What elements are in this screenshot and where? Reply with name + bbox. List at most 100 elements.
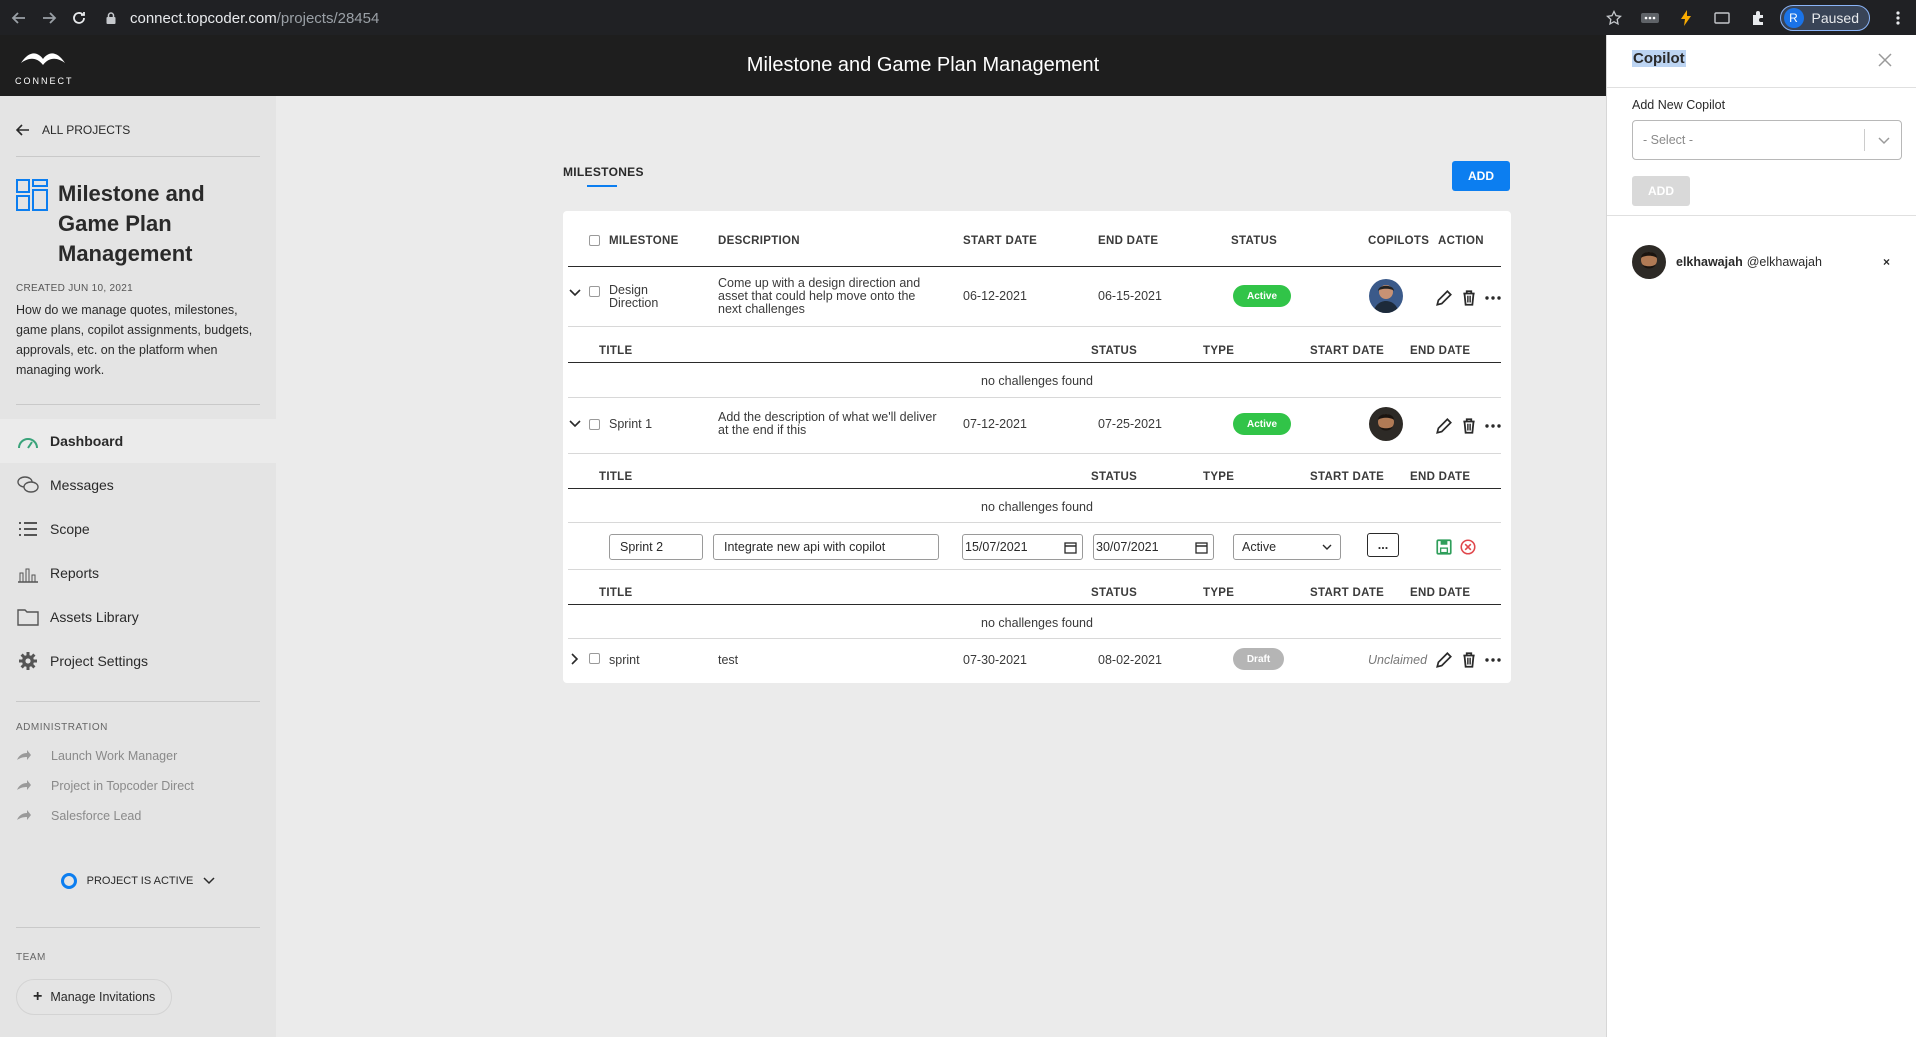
remove-copilot-button[interactable]: × <box>1883 255 1890 269</box>
sub-column-header: START DATE <box>1310 587 1385 599</box>
sidebar-item-label: Project Settings <box>50 653 149 669</box>
project-created-date: CREATED JUN 10, 2021 <box>16 283 133 294</box>
trash-icon[interactable] <box>1460 417 1478 435</box>
sub-column-header: TITLE <box>599 471 633 483</box>
edit-pencil-icon[interactable] <box>1435 289 1453 307</box>
avatar <box>1632 245 1666 279</box>
start-date-value: 15/07/2021 <box>965 540 1028 554</box>
administration-heading: ADMINISTRATION <box>16 722 108 733</box>
more-options-icon[interactable] <box>1484 417 1502 435</box>
all-projects-label: ALL PROJECTS <box>42 123 131 137</box>
more-options-icon[interactable] <box>1484 651 1502 669</box>
profile-status: Paused <box>1811 9 1859 26</box>
status-ring-icon <box>60 873 77 889</box>
cast-icon[interactable] <box>1713 9 1731 27</box>
manage-invitations-label: Manage Invitations <box>50 990 156 1004</box>
row-checkbox[interactable] <box>589 286 600 297</box>
chevron-right-icon[interactable] <box>571 653 579 665</box>
close-icon[interactable] <box>1876 51 1894 69</box>
admin-link-label: Launch Work Manager <box>51 749 178 763</box>
sub-column-header: END DATE <box>1410 345 1471 357</box>
chevron-down-icon <box>203 877 215 885</box>
column-header: START DATE <box>963 235 1038 247</box>
edit-pencil-icon[interactable] <box>1435 651 1453 669</box>
scope-icon <box>16 517 40 541</box>
back-arrow-icon[interactable] <box>8 7 30 29</box>
calendar-icon[interactable] <box>1064 541 1077 554</box>
reload-icon[interactable] <box>68 7 90 29</box>
project-status-dropdown[interactable]: PROJECT IS ACTIVE <box>16 853 260 909</box>
sidebar-item-messages[interactable]: Messages <box>0 463 276 507</box>
column-header: DESCRIPTION <box>718 235 800 247</box>
manage-invitations-button[interactable]: + Manage Invitations <box>16 979 173 1015</box>
copilot-picker-button[interactable]: ... <box>1367 533 1399 557</box>
select-all-checkbox[interactable] <box>589 235 600 246</box>
row-checkbox[interactable] <box>589 653 600 664</box>
start-date-input[interactable]: 15/07/2021 <box>962 534 1083 560</box>
column-header: STATUS <box>1231 235 1278 247</box>
sidebar-item-label: Dashboard <box>50 433 124 449</box>
address-bar[interactable]: connect.topcoder.com/projects/28454 <box>104 5 1664 31</box>
milestone-description-input[interactable]: Integrate new api with copilot <box>713 534 939 560</box>
status-select[interactable]: Active <box>1233 534 1341 560</box>
milestone-start-date: 06-12-2021 <box>963 289 1027 303</box>
end-date-input[interactable]: 30/07/2021 <box>1093 534 1214 560</box>
trash-icon[interactable] <box>1460 289 1478 307</box>
copilot-unclaimed: Unclaimed <box>1368 653 1428 667</box>
sidebar-item-project-settings[interactable]: Project Settings <box>0 639 276 683</box>
extension-dots-icon[interactable] <box>1640 9 1659 27</box>
avatar[interactable] <box>1369 279 1403 313</box>
back-arrow-icon <box>16 124 29 136</box>
sidebar-item-reports[interactable]: Reports <box>0 551 276 595</box>
sidebar-item-assets-library[interactable]: Assets Library <box>0 595 276 639</box>
admin-link-topcoder-direct[interactable]: Project in Topcoder Direct <box>16 771 260 801</box>
status-select-value: Active <box>1242 540 1277 554</box>
copilot-select[interactable]: - Select - <box>1632 120 1902 160</box>
profile-avatar: R <box>1783 7 1804 28</box>
milestone-name-input[interactable]: Sprint 2 <box>609 534 703 560</box>
add-copilot-button[interactable]: ADD <box>1632 176 1690 206</box>
calendar-icon[interactable] <box>1195 541 1208 554</box>
milestone-description: Add the description of what we'll delive… <box>718 410 937 437</box>
column-header: ACTION <box>1438 235 1484 247</box>
sub-column-header: TYPE <box>1203 587 1235 599</box>
sub-column-header: STATUS <box>1091 345 1138 357</box>
empty-challenges-text: no challenges found <box>981 374 1093 388</box>
sub-column-header: END DATE <box>1410 587 1471 599</box>
add-milestone-button[interactable]: ADD <box>1452 161 1510 191</box>
copilot-panel-title: Copilot <box>1632 50 1686 67</box>
chevron-down-icon[interactable] <box>569 289 581 297</box>
milestone-name: sprint <box>609 653 640 667</box>
share-arrow-icon <box>16 749 34 764</box>
trash-icon[interactable] <box>1460 651 1478 669</box>
save-icon[interactable] <box>1435 538 1453 556</box>
kebab-menu-icon[interactable] <box>1889 9 1907 27</box>
row-checkbox[interactable] <box>589 419 600 430</box>
all-projects-link[interactable]: ALL PROJECTS <box>16 96 260 156</box>
profile-button[interactable]: R Paused <box>1779 4 1870 31</box>
sub-column-header: STATUS <box>1091 587 1138 599</box>
puzzle-icon[interactable] <box>1749 9 1767 27</box>
edit-pencil-icon[interactable] <box>1435 417 1453 435</box>
milestone-start-date: 07-30-2021 <box>963 653 1027 667</box>
chevron-down-icon <box>1322 544 1332 550</box>
chevron-down-icon[interactable] <box>569 420 581 428</box>
avatar[interactable] <box>1369 407 1403 441</box>
add-copilot-label: Add New Copilot <box>1632 98 1726 112</box>
milestones-tab[interactable]: MILESTONES <box>563 165 644 179</box>
project-grid-icon <box>16 179 48 211</box>
more-options-icon[interactable] <box>1484 289 1502 307</box>
cancel-icon[interactable] <box>1459 538 1477 556</box>
forward-arrow-icon[interactable] <box>38 7 60 29</box>
admin-link-salesforce-lead[interactable]: Salesforce Lead <box>16 801 260 831</box>
admin-link-launch-work-manager[interactable]: Launch Work Manager <box>16 741 260 771</box>
column-header: END DATE <box>1098 235 1159 247</box>
star-icon[interactable] <box>1605 9 1623 27</box>
sidebar-item-label: Assets Library <box>50 609 139 625</box>
column-header: MILESTONE <box>609 235 679 247</box>
page-title: Milestone and Game Plan Management <box>746 54 1100 76</box>
sidebar-item-dashboard[interactable]: Dashboard <box>0 419 276 463</box>
url-text: connect.topcoder.com/projects/28454 <box>130 10 379 27</box>
sidebar-item-scope[interactable]: Scope <box>0 507 276 551</box>
lightning-extension-icon[interactable] <box>1677 9 1695 27</box>
